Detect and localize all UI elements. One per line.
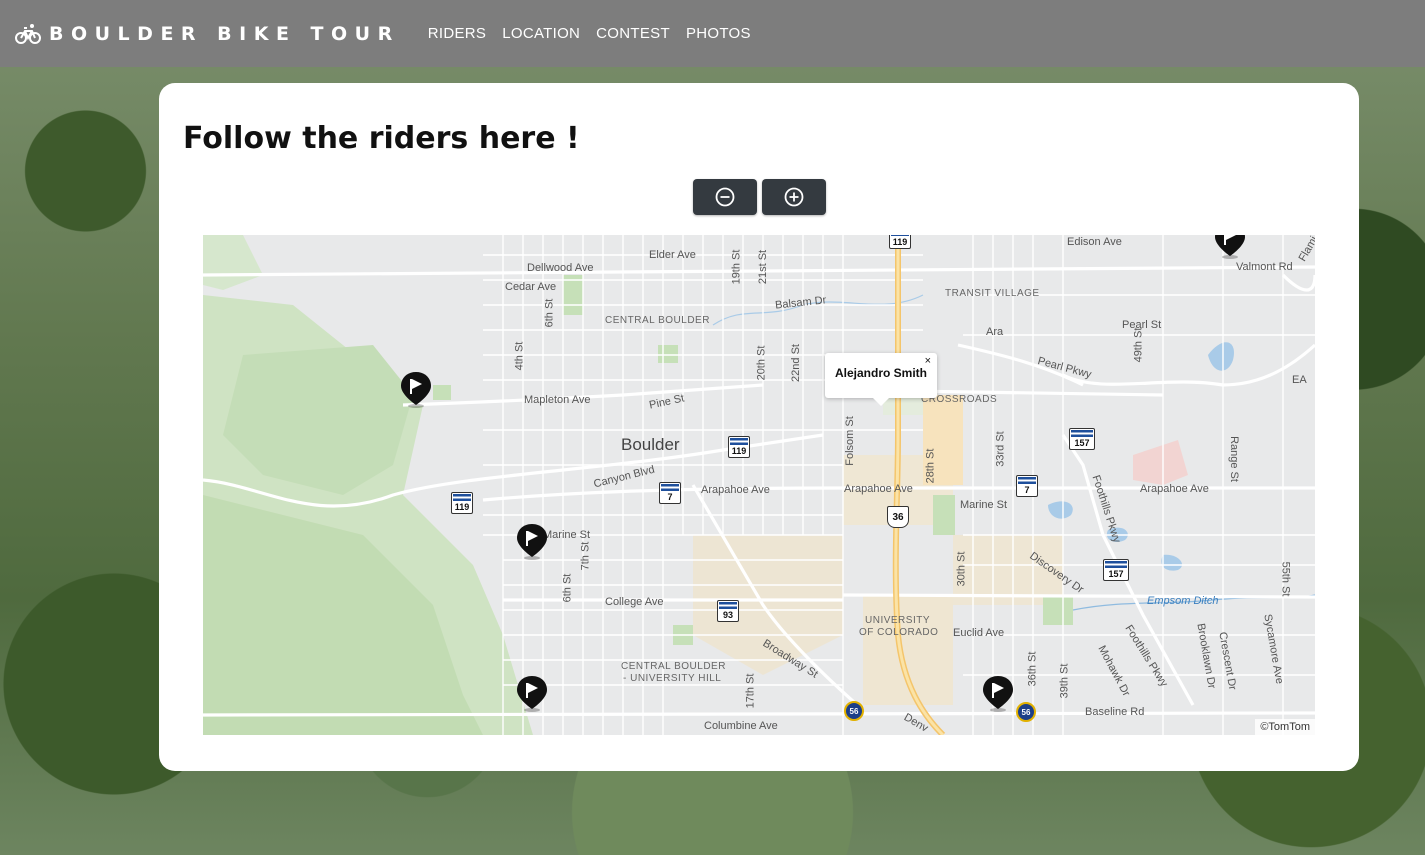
- nav-link-contest[interactable]: CONTEST: [588, 25, 678, 42]
- map-label-22nd-st: 22nd St: [789, 344, 802, 382]
- zoom-out-icon: [715, 187, 735, 207]
- map-label-ara: Ara: [986, 326, 1004, 338]
- map-label-21st-st: 21st St: [757, 249, 770, 285]
- map-label-30th-st: 30th St: [955, 551, 968, 587]
- map-label-elder-ave: Elder Ave: [649, 249, 696, 261]
- map-label-6th-st-1: 6th St: [543, 298, 556, 328]
- bicycle-icon: [15, 23, 41, 45]
- rider-popup-name: Alejandro Smith: [835, 366, 928, 380]
- map-label-of-colorado: OF COLORADO: [859, 627, 939, 638]
- map-label-folsom-st: Folsom St: [843, 416, 856, 466]
- flag-marker-icon: [401, 372, 431, 408]
- route-119-shield-west: 119: [451, 492, 473, 514]
- flag-marker-icon: [517, 524, 547, 560]
- route-7-shield-east: 7: [1016, 475, 1038, 497]
- route-56-shield-west: 56: [844, 701, 864, 721]
- rider-map[interactable]: Boulder CENTRAL BOULDER TRANSIT VILLAGE …: [203, 235, 1315, 735]
- map-label-cedar-ave: Cedar Ave: [505, 281, 557, 293]
- map-label-20th-st: 20th St: [755, 345, 768, 381]
- map-label-55th-st: 55th St: [1279, 561, 1292, 597]
- map-label-marine-st-1: Marine St: [543, 529, 591, 541]
- map-label-28th-st: 28th St: [924, 448, 937, 484]
- flag-marker-icon: [983, 676, 1013, 712]
- map-label-edison-ave: Edison Ave: [1067, 236, 1122, 248]
- map-label-euclid-ave: Euclid Ave: [953, 627, 1005, 639]
- map-label-39th-st: 39th St: [1058, 663, 1071, 699]
- map-label-boulder: Boulder: [621, 435, 680, 454]
- zoom-out-button[interactable]: [693, 179, 757, 215]
- map-label-ea: EA: [1292, 374, 1307, 386]
- map-label-columbine-ave: Columbine Ave: [704, 720, 778, 732]
- map-attribution[interactable]: ©TomTom: [1255, 719, 1315, 735]
- map-label-arapahoe-ave-2: Arapahoe Ave: [844, 483, 913, 495]
- rider-marker[interactable]: [516, 675, 548, 713]
- nav-link-riders[interactable]: RIDERS: [420, 25, 494, 42]
- map-label-range-st: Range St: [1227, 436, 1240, 482]
- rider-popup: Alejandro Smith ×: [825, 353, 937, 406]
- nav-link-photos[interactable]: PHOTOS: [678, 25, 759, 42]
- map-label-university: UNIVERSITY: [865, 615, 931, 626]
- navbar: BOULDER BIKE TOUR RIDERS LOCATION CONTES…: [0, 0, 1425, 67]
- map-label-baseline-rd: Baseline Rd: [1085, 706, 1145, 718]
- route-7-shield-west: 7: [659, 482, 681, 504]
- map-label-dellwood-ave: Dellwood Ave: [527, 262, 594, 274]
- main-card: Follow the riders here ! Boulder CENTRAL…: [159, 83, 1359, 771]
- zoom-in-button[interactable]: [762, 179, 826, 215]
- brand[interactable]: BOULDER BIKE TOUR: [15, 23, 400, 45]
- flag-marker-icon: [517, 676, 547, 712]
- map-label-17th-st: 17th St: [744, 673, 757, 709]
- route-56-shield-east: 56: [1016, 702, 1036, 722]
- map-label-mapleton-ave: Mapleton Ave: [524, 394, 591, 406]
- flag-marker-icon: [1215, 235, 1245, 259]
- zoom-controls: [693, 179, 826, 215]
- map-label-19th-st: 19th St: [730, 249, 743, 285]
- map-label-49th-st: 49th St: [1132, 327, 1145, 363]
- route-157-shield-south: 157: [1103, 559, 1129, 581]
- zoom-in-icon: [784, 187, 804, 207]
- map-label-33rd-st: 33rd St: [994, 431, 1007, 467]
- brand-title: BOULDER BIKE TOUR: [49, 22, 400, 45]
- map-label-empsom-ditch: Empsom Ditch: [1147, 595, 1219, 607]
- map-label-marine-st-2: Marine St: [960, 499, 1008, 511]
- route-93-shield: 93: [717, 600, 739, 622]
- route-119-shield-center: 119: [728, 436, 750, 458]
- route-157-shield-north: 157: [1069, 428, 1095, 450]
- rider-marker[interactable]: [400, 371, 432, 409]
- map-label-college-ave: College Ave: [605, 596, 664, 608]
- rider-marker[interactable]: [982, 675, 1014, 713]
- map-label-4th-st: 4th St: [513, 341, 526, 371]
- nav-links: RIDERS LOCATION CONTEST PHOTOS: [420, 25, 759, 42]
- map-label-6th-st-2: 6th St: [561, 573, 574, 603]
- map-label-arapahoe-ave-1: Arapahoe Ave: [701, 484, 770, 496]
- popup-close-button[interactable]: ×: [925, 355, 931, 367]
- map-label-valmont-rd: Valmont Rd: [1236, 261, 1293, 273]
- map-label-arapahoe-ave-3: Arapahoe Ave: [1140, 483, 1209, 495]
- map-label-transit-village: TRANSIT VILLAGE: [945, 288, 1040, 299]
- route-119-shield-north: 119: [889, 235, 911, 249]
- map-label-7th-st: 7th St: [579, 541, 592, 571]
- rider-marker[interactable]: [1214, 235, 1246, 260]
- map-label-cb-university-hill-1: CENTRAL BOULDER: [621, 661, 726, 672]
- map-label-central-boulder: CENTRAL BOULDER: [605, 315, 710, 326]
- map-label-36th-st: 36th St: [1026, 651, 1039, 687]
- map-label-cb-university-hill-2: - UNIVERSITY HILL: [623, 673, 722, 684]
- nav-link-location[interactable]: LOCATION: [494, 25, 588, 42]
- rider-marker[interactable]: [516, 523, 548, 561]
- page-title: Follow the riders here !: [183, 121, 580, 156]
- us-36-shield: 36: [887, 506, 909, 528]
